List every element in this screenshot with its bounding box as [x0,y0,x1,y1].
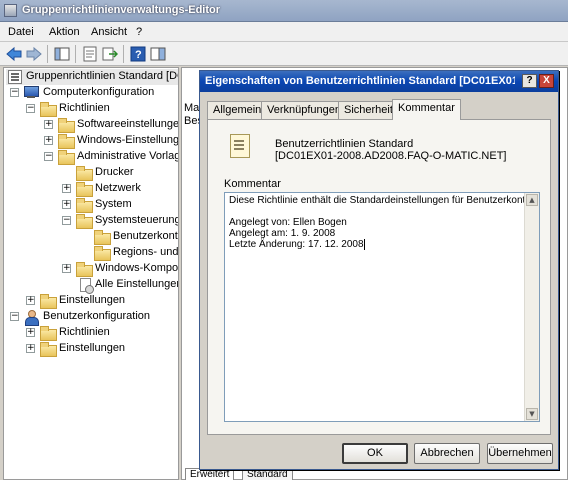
tree-label: Systemsteuerung [95,214,179,226]
expand-icon[interactable]: + [44,136,53,145]
folder-icon [40,326,57,341]
menu-ansicht[interactable]: Ansicht [91,26,127,38]
tree-label: Gruppenrichtlinien Standard [DC01 [26,70,178,82]
tab-sicherheit[interactable]: Sicherheit [338,101,399,119]
tree-label: Drucker [95,166,134,178]
tree-label: Computerkonfiguration [43,86,155,98]
expand-icon[interactable]: + [62,184,71,193]
folder-icon [76,262,93,277]
vertical-scrollbar[interactable]: ▲ ▼ [524,193,539,421]
tab-kommentar[interactable]: Kommentar [392,99,461,120]
tree-label: Benutzerkonten [113,230,178,242]
cancel-button[interactable]: Abbrechen [414,443,480,464]
tab-verknuepfungen[interactable]: Verknüpfungen [261,101,348,119]
tree-label: Softwareeinstellungen [77,118,179,130]
tree-label: Windows-Kompone [95,262,179,274]
toolbar: ? [0,42,568,66]
policy-path: [DC01EX01-2008.AD2008.FAQ-O-MATIC.NET] [275,150,507,162]
user-icon [24,310,39,326]
collapse-icon[interactable]: − [26,104,35,113]
collapse-icon[interactable]: − [44,152,53,161]
main-window-title: Gruppenrichtlinienverwaltungs-Editor [22,4,221,16]
expand-icon[interactable]: + [26,328,35,337]
menu-aktion[interactable]: Aktion [49,26,80,38]
kommentar-panel: Benutzerrichtlinien Standard [DC01EX01-2… [207,119,551,435]
folder-icon [58,134,75,149]
folder-icon [40,342,57,357]
tab-allgemein[interactable]: Allgemein [207,101,268,119]
folder-icon [94,246,111,261]
expand-icon[interactable]: + [44,120,53,129]
tree-label: Netzwerk [95,182,141,194]
help-button[interactable]: ? [522,74,537,88]
menu-bar: Datei Aktion Ansicht ? [0,22,568,42]
comment-line: Letzte Änderung: 17. 12. 2008 [229,239,364,250]
tree-label: Einstellungen [59,342,126,354]
close-button[interactable]: X [539,74,554,88]
folder-icon [76,214,93,229]
folder-icon [40,102,57,117]
show-hide-tree-icon[interactable] [54,46,70,62]
collapse-icon[interactable]: − [62,216,71,225]
comment-line: Angelegt von: Ellen Bogen [229,217,347,228]
toolbar-separator [75,45,76,63]
tree-label: Regions- und S [113,246,179,258]
dialog-titlebar[interactable]: Eigenschaften von Benutzerrichtlinien St… [200,71,558,92]
back-arrow-icon[interactable] [6,46,22,62]
view-options-icon[interactable] [150,46,166,62]
apply-button[interactable]: Übernehmen [487,443,553,464]
tree-root[interactable]: Gruppenrichtlinien Standard [DC01 [6,69,178,85]
policy-document-icon [230,132,252,158]
app-icon [4,4,17,17]
comment-textarea[interactable]: Diese Richtlinie enthält die Standardein… [224,192,540,422]
tree-label: Windows-Einstellungen [77,134,179,146]
folder-icon [94,230,111,245]
ok-button[interactable]: OK [342,443,408,464]
tree-label: Benutzerkonfiguration [43,310,151,322]
tree-label: Richtlinien [59,102,110,114]
main-window-titlebar: Gruppenrichtlinienverwaltungs-Editor [0,0,568,22]
properties-icon[interactable] [82,46,98,62]
tree-label: Alle Einstellungen [95,278,179,290]
folder-icon [76,166,93,181]
menu-datei[interactable]: Datei [8,26,34,38]
expand-icon[interactable]: + [26,344,35,353]
collapse-icon[interactable]: − [10,312,19,321]
help-icon[interactable]: ? [130,46,146,62]
gpo-icon [8,70,22,84]
menu-help[interactable]: ? [136,26,142,38]
collapse-icon[interactable]: − [10,88,19,97]
comment-text: Diese Richtlinie enthält die Standardein… [229,195,539,250]
tree-label: Administrative Vorlagen [77,150,178,162]
all-settings-icon [78,278,94,294]
toolbar-separator [47,45,48,63]
tree-label: Richtlinien [59,326,110,338]
properties-dialog: Eigenschaften von Benutzerrichtlinien St… [199,70,559,470]
folder-icon [58,150,75,165]
computer-icon [24,86,39,99]
comment-line: Angelegt am: 1. 9. 2008 [229,228,336,239]
expand-icon[interactable]: + [62,264,71,273]
folder-icon [76,198,93,213]
policy-name: Benutzerrichtlinien Standard [275,138,414,150]
svg-text:?: ? [135,49,142,61]
tree-label: System [95,198,132,210]
folder-icon [76,182,93,197]
export-list-icon[interactable] [102,46,118,62]
expand-icon[interactable]: + [26,296,35,305]
folder-icon [58,118,75,133]
toolbar-separator [123,45,124,63]
dialog-title: Eigenschaften von Benutzerrichtlinien St… [205,75,515,87]
text-caret [363,239,365,250]
folder-icon [40,294,57,309]
tree-label: Einstellungen [59,294,126,306]
scroll-up-icon[interactable]: ▲ [526,194,538,206]
expand-icon[interactable]: + [62,200,71,209]
comment-label: Kommentar [224,178,281,190]
tree-pane: Gruppenrichtlinien Standard [DC01 − Comp… [3,67,179,480]
scroll-down-icon[interactable]: ▼ [526,408,538,420]
forward-arrow-icon[interactable] [26,46,42,62]
comment-line: Diese Richtlinie enthält die Standardein… [229,195,540,206]
